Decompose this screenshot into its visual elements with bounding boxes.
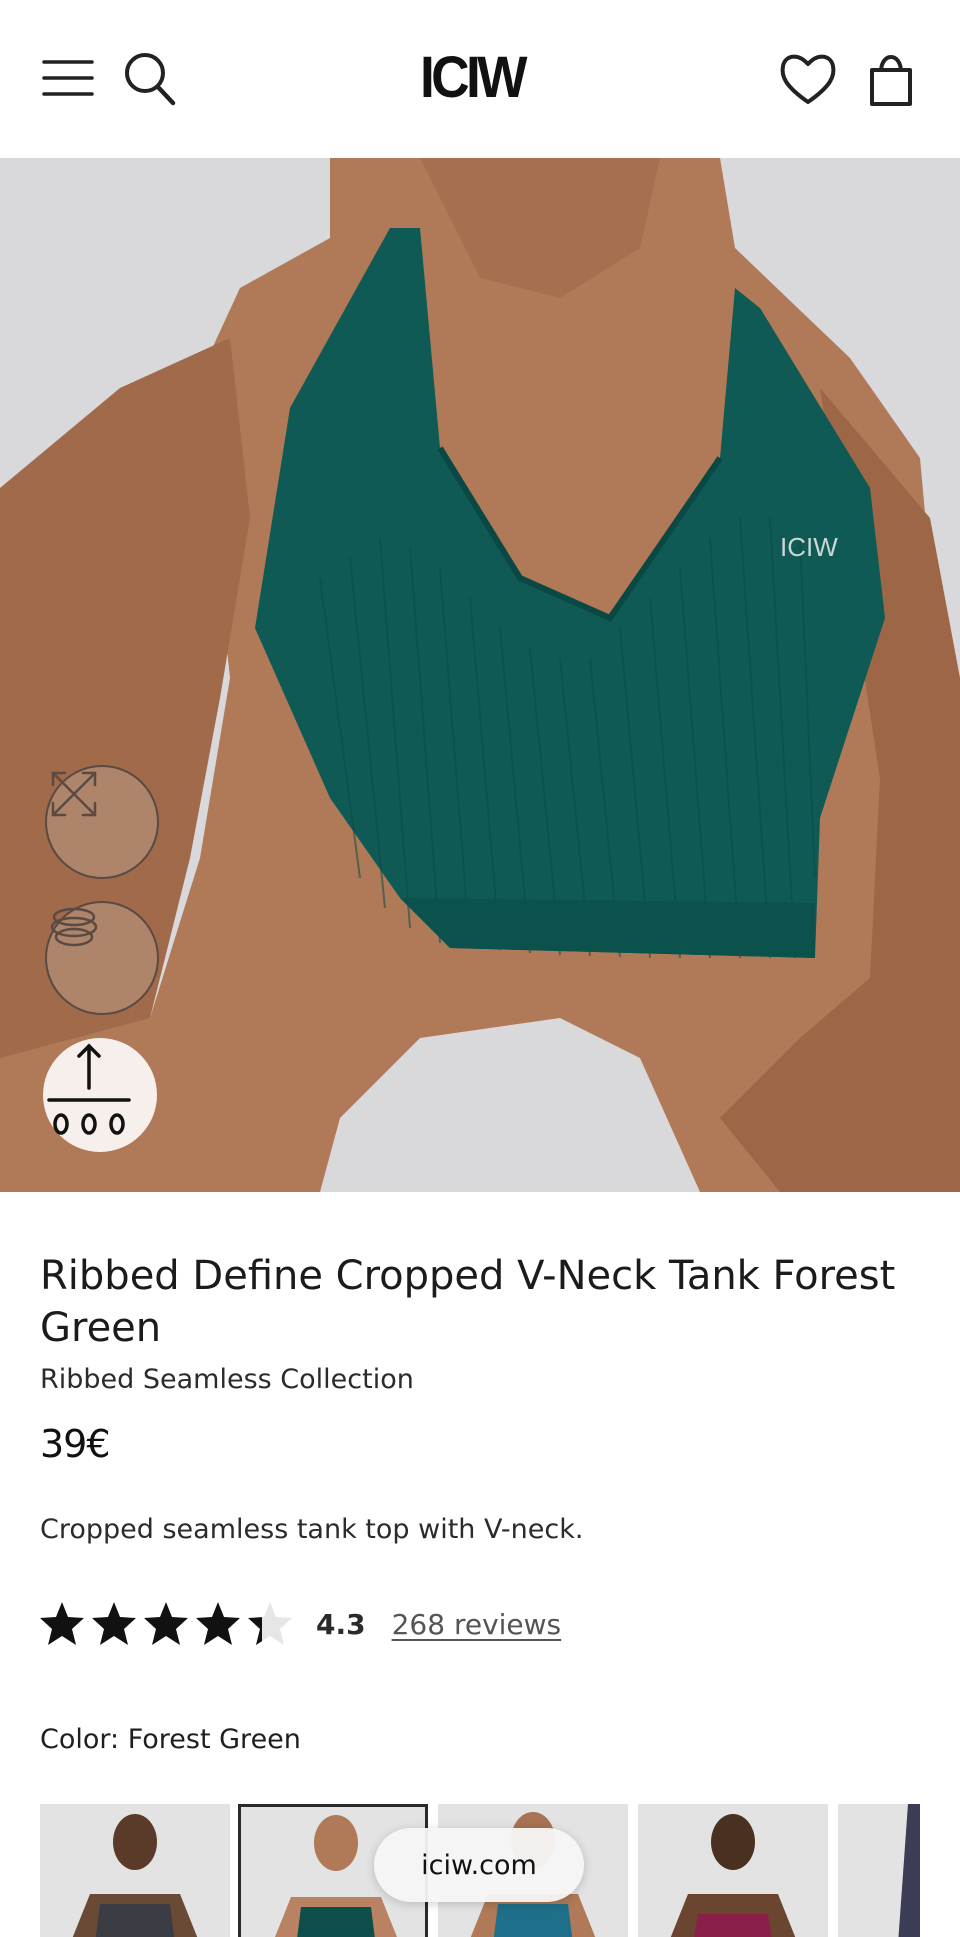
model-photo: ICIW <box>0 158 960 1192</box>
brand-logo[interactable]: ICIW <box>420 46 528 110</box>
swatch-thumbnail <box>838 1804 920 1937</box>
rotate-3d-icon <box>50 907 98 947</box>
color-swatch[interactable] <box>638 1804 828 1937</box>
size-guide-icon <box>47 1043 131 1135</box>
site-header: ICIW <box>0 0 960 158</box>
menu-icon[interactable] <box>40 54 96 102</box>
browser-url-pill[interactable]: iciw.com <box>374 1828 584 1902</box>
color-label: Color: Forest Green <box>40 1724 301 1755</box>
heart-icon[interactable] <box>778 50 838 108</box>
product-image[interactable]: ICIW <box>0 158 960 1192</box>
color-swatch[interactable] <box>40 1804 230 1937</box>
star-icon <box>40 1602 84 1645</box>
reviews-link[interactable]: 268 reviews <box>392 1608 562 1641</box>
product-title: Ribbed Define Cropped V-Neck Tank Forest… <box>40 1253 896 1351</box>
swatch-thumbnail <box>638 1804 828 1937</box>
rating-value: 4.3 <box>316 1607 366 1641</box>
product-description: Cropped seamless tank top with V-neck. <box>40 1514 584 1545</box>
star-icon <box>144 1602 188 1645</box>
star-icon <box>196 1602 240 1645</box>
bag-icon[interactable] <box>866 48 916 108</box>
search-icon[interactable] <box>122 50 178 108</box>
expand-icon <box>51 771 97 817</box>
size-guide-button[interactable] <box>43 1038 157 1152</box>
color-swatch[interactable] <box>838 1804 920 1937</box>
star-icon <box>92 1602 136 1645</box>
product-collection-link[interactable]: Ribbed Seamless Collection <box>40 1364 414 1395</box>
rating-row[interactable]: 4.3 268 reviews <box>38 1598 561 1650</box>
product-price: 39€ <box>40 1422 111 1466</box>
star-partial-icon <box>248 1602 292 1645</box>
star-rating <box>38 1600 294 1648</box>
swatch-thumbnail <box>40 1804 230 1937</box>
rotate-3d-button[interactable] <box>45 901 159 1015</box>
expand-button[interactable] <box>45 765 159 879</box>
chest-logo: ICIW <box>780 532 838 562</box>
